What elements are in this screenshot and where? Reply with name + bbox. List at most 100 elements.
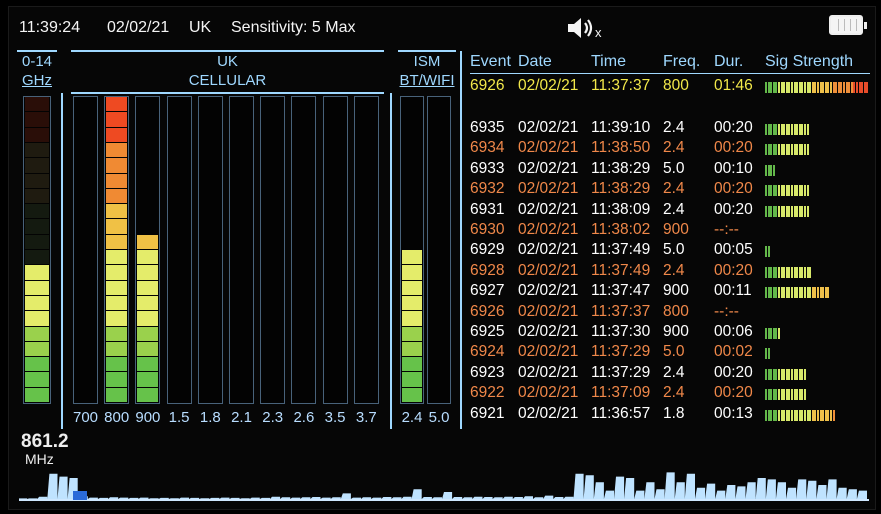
bar-segment xyxy=(356,112,377,126)
event-row[interactable]: 6925 02/02/21 11:37:30 900 00:06 xyxy=(470,323,870,343)
signal-tick xyxy=(806,185,809,197)
bar-segment xyxy=(200,357,221,371)
cellular-bar-label: 3.7 xyxy=(355,409,377,426)
event-row[interactable]: 6921 02/02/21 11:36:57 1.8 00:13 xyxy=(470,405,870,425)
cell-dur: 00:10 xyxy=(714,159,753,177)
bar-segment xyxy=(200,342,221,356)
bar-segment xyxy=(200,311,221,325)
cell-dur: 00:06 xyxy=(714,323,753,340)
event-row[interactable]: 6932 02/02/21 11:38:29 2.4 00:20 xyxy=(470,180,870,200)
bar-segment xyxy=(356,204,377,218)
bar-segment xyxy=(293,388,314,402)
bar-segment xyxy=(402,143,422,157)
bar-segment xyxy=(325,158,346,172)
speaker-muted-icon[interactable]: x xyxy=(566,15,606,41)
bar-segment xyxy=(293,128,314,142)
cell-date: 02/02/21 xyxy=(518,384,579,402)
event-row[interactable]: 6935 02/02/21 11:39:10 2.4 00:20 xyxy=(470,119,870,139)
bar-segment xyxy=(106,326,128,341)
bar-segment xyxy=(356,311,377,325)
cellular-bar-label: 900 xyxy=(135,409,161,426)
cellular-header-line xyxy=(71,50,384,52)
event-row[interactable]: 6929 02/02/21 11:37:49 5.0 00:05 xyxy=(470,241,870,261)
cellular-header-top: UK xyxy=(217,53,238,70)
bar-segment xyxy=(262,143,283,157)
event-row[interactable]: 6923 02/02/21 11:37:29 2.4 00:20 xyxy=(470,364,870,384)
event-row[interactable]: 6927 02/02/21 11:37:47 900 00:11 xyxy=(470,282,870,302)
bar-segment xyxy=(293,143,314,157)
bar-segment xyxy=(200,235,221,249)
bar-segment xyxy=(106,188,128,204)
cell-date: 02/02/21 xyxy=(518,221,579,238)
bar-segment xyxy=(169,219,190,233)
signal-tick xyxy=(832,409,835,421)
cell-time: 11:37:09 xyxy=(591,384,651,402)
bar-segment xyxy=(262,388,283,402)
bar-segment xyxy=(293,204,314,218)
bar-segment xyxy=(429,143,449,157)
bar-segment xyxy=(231,204,252,218)
cell-freq: 2.4 xyxy=(663,384,685,402)
cell-dur: 00:20 xyxy=(714,180,753,198)
event-row[interactable]: 6931 02/02/21 11:38:09 2.4 00:20 xyxy=(470,201,870,221)
bar-segment xyxy=(356,357,377,371)
bar-segment xyxy=(75,342,96,356)
bar-segment xyxy=(200,97,221,111)
bar-segment xyxy=(75,219,96,233)
sensitivity-label[interactable]: Sensitivity: 5 Max xyxy=(231,19,355,37)
cell-event: 6929 xyxy=(470,241,505,259)
cell-time: 11:37:29 xyxy=(591,343,651,361)
cell-freq: 2.4 xyxy=(663,261,685,279)
bar-segment xyxy=(137,219,158,233)
event-row-highlighted[interactable]: 6926 02/02/21 11:37:37 800 01:46 xyxy=(470,77,870,97)
bar-segment xyxy=(25,234,49,249)
bar-segment xyxy=(356,265,377,279)
bar-segment xyxy=(402,174,422,188)
event-row[interactable]: 6930 02/02/21 11:38:02 900 --:-- xyxy=(470,221,870,241)
cellular-bar-700 xyxy=(73,96,98,404)
cellular-bar-3.7 xyxy=(353,96,379,404)
bar-segment xyxy=(25,173,49,188)
cell-dur: --:-- xyxy=(714,221,739,238)
event-row[interactable]: 6926 02/02/21 11:37:37 800 --:-- xyxy=(470,303,870,323)
bar-segment xyxy=(25,142,49,158)
ism-bar-label: 5.0 xyxy=(428,409,450,426)
cell-dur: 01:46 xyxy=(714,77,753,94)
event-row[interactable]: 6933 02/02/21 11:38:29 5.0 00:10 xyxy=(470,160,870,180)
bar-segment xyxy=(25,188,49,204)
bar-segment xyxy=(293,372,314,386)
bar-segment xyxy=(429,388,449,402)
bar-segment xyxy=(231,281,252,295)
bar-segment xyxy=(231,357,252,371)
cell-date: 02/02/21 xyxy=(518,159,579,177)
bar-segment xyxy=(75,128,96,142)
bar-segment xyxy=(106,142,128,158)
cell-date: 02/02/21 xyxy=(518,180,579,198)
bar-segment xyxy=(356,97,377,111)
bar-segment xyxy=(429,219,449,233)
event-row[interactable]: 6928 02/02/21 11:37:49 2.4 00:20 xyxy=(470,262,870,282)
bar-segment xyxy=(25,372,49,387)
event-row[interactable]: 6922 02/02/21 11:37:09 2.4 00:20 xyxy=(470,384,870,404)
cellular-bar-label: 1.5 xyxy=(168,409,190,426)
bar-segment xyxy=(402,250,422,265)
event-row[interactable]: 6934 02/02/21 11:38:50 2.4 00:20 xyxy=(470,139,870,159)
bar-segment xyxy=(169,128,190,142)
divider-left xyxy=(61,93,63,429)
cell-event: 6922 xyxy=(470,384,505,402)
cell-event: 6933 xyxy=(470,159,505,177)
cell-event: 6926 xyxy=(470,77,505,94)
bar-segment xyxy=(25,341,49,357)
bar-segment xyxy=(262,128,283,142)
cell-date: 02/02/21 xyxy=(518,302,579,320)
event-row[interactable]: 6924 02/02/21 11:37:29 5.0 00:02 xyxy=(470,343,870,363)
bar-segment xyxy=(356,327,377,341)
bar-segment xyxy=(293,219,314,233)
bar-segment xyxy=(262,97,283,111)
bar-segment xyxy=(325,97,346,111)
bar-segment xyxy=(137,128,158,142)
spectrum-marker[interactable] xyxy=(73,491,87,500)
bar-segment xyxy=(200,265,221,279)
cell-dur: 00:05 xyxy=(714,241,753,259)
bar-segment xyxy=(137,97,158,111)
